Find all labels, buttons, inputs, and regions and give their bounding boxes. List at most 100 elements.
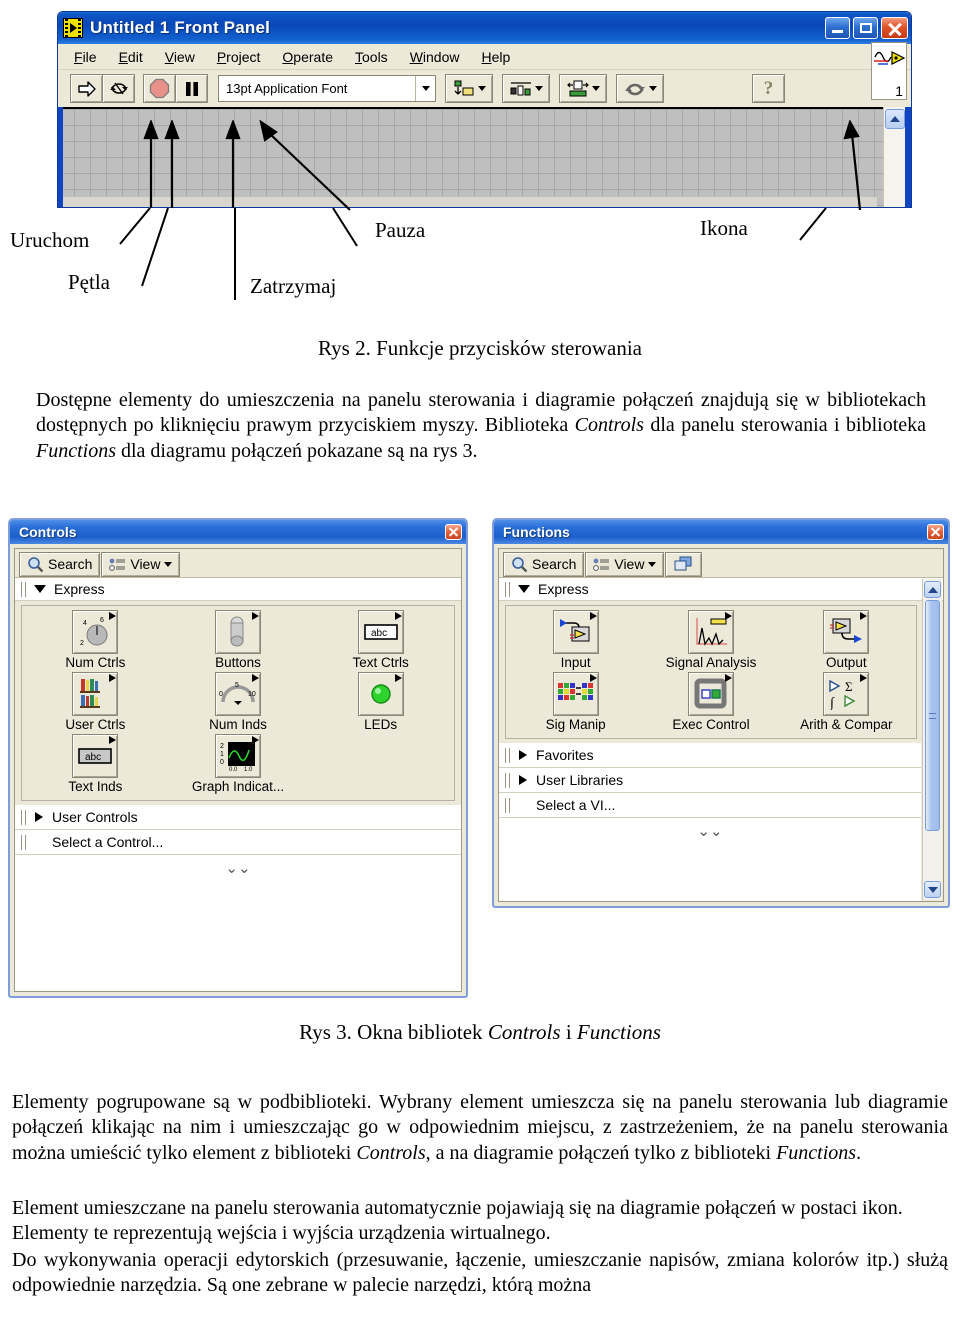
palette-item[interactable]: 2 1 0 0.0 1.0 Graph Indicat... xyxy=(167,734,310,794)
palette-item-label: Text Ctrls xyxy=(352,655,409,670)
context-help-button[interactable]: ? xyxy=(752,74,785,103)
controls-row-user-controls[interactable]: User Controls xyxy=(15,805,461,830)
palette-item[interactable]: Σ ∫ Arith & Compar xyxy=(779,672,914,732)
figure3-caption-controls: Controls xyxy=(487,1020,561,1044)
palette-item[interactable]: User Ctrls xyxy=(24,672,167,732)
palette-item[interactable]: Signal Analysis xyxy=(643,610,778,670)
functions-palette-scrollbar[interactable] xyxy=(922,579,942,900)
svg-text:1.0: 1.0 xyxy=(244,767,253,772)
signal-analysis-icon[interactable] xyxy=(687,610,734,654)
controls-view-button[interactable]: View xyxy=(101,551,181,577)
palette-item[interactable]: Exec Control xyxy=(643,672,778,732)
vi-icon-pane[interactable]: 1 xyxy=(871,42,907,100)
palette-item[interactable]: Input xyxy=(508,610,643,670)
functions-palette-window: Functions Search View Express Input Sign… xyxy=(492,518,950,908)
pin-palette-button[interactable] xyxy=(665,551,703,577)
functions-search-button[interactable]: Search xyxy=(503,551,585,577)
svg-text:abc: abc xyxy=(371,628,387,639)
menu-item-window[interactable]: Window xyxy=(410,49,460,65)
text-indicator-icon[interactable]: abc xyxy=(72,734,119,778)
resize-objects-button[interactable] xyxy=(559,74,607,103)
bookshelf-icon[interactable] xyxy=(72,672,119,716)
palette-item[interactable]: abc Text Inds xyxy=(24,734,167,794)
svg-text:10: 10 xyxy=(248,691,256,698)
controls-palette-close-icon[interactable] xyxy=(445,524,462,540)
signal-manipulation-icon[interactable] xyxy=(552,672,599,716)
led-icon[interactable] xyxy=(357,672,404,716)
menu-item-help[interactable]: Help xyxy=(482,49,511,65)
paragraph-2: Elementy pogrupowane są w podbiblioteki.… xyxy=(12,1090,948,1166)
svg-text:0: 0 xyxy=(219,691,223,698)
palette-item[interactable]: Output xyxy=(779,610,914,670)
menu-item-project[interactable]: Project xyxy=(217,49,261,65)
output-express-icon[interactable] xyxy=(823,610,870,654)
functions-row-favorites[interactable]: Favorites xyxy=(499,743,921,768)
menu-item-operate[interactable]: Operate xyxy=(282,49,333,65)
graph-icon[interactable]: 2 1 0 0.0 1.0 xyxy=(214,734,261,778)
distribute-objects-button[interactable] xyxy=(502,74,550,103)
palette-item[interactable]: Buttons xyxy=(167,610,310,670)
toolbar: 13pt Application Font ? 1 xyxy=(58,42,911,107)
controls-palette-window: Controls Search View Express 4 6 2 Num C… xyxy=(8,518,468,998)
menu-item-edit[interactable]: Edit xyxy=(119,49,143,65)
reorder-button[interactable] xyxy=(616,74,664,103)
controls-row-select-a-control[interactable]: Select a Control... xyxy=(15,830,461,855)
palette-item[interactable]: 0 5 10 Num Inds xyxy=(167,672,310,732)
font-selector[interactable]: 13pt Application Font xyxy=(218,75,436,102)
execution-control-icon[interactable] xyxy=(687,672,734,716)
chevron-down-icon xyxy=(34,585,46,593)
annotation-label-zatrzymaj: Zatrzymaj xyxy=(250,274,337,298)
palette-item[interactable]: LEDs xyxy=(309,672,452,732)
functions-row-user-libraries[interactable]: User Libraries xyxy=(499,768,921,793)
arithmetic-compare-icon[interactable]: Σ ∫ xyxy=(823,672,870,716)
controls-search-button[interactable]: Search xyxy=(19,551,101,577)
scrollbar-thumb[interactable] xyxy=(925,600,940,831)
menu-item-file[interactable]: File xyxy=(74,49,97,65)
scroll-down-button[interactable] xyxy=(924,881,941,898)
menu-item-tools[interactable]: Tools xyxy=(355,49,388,65)
double-chevron-down-icon: ⌄⌄ xyxy=(225,860,251,877)
view-icon xyxy=(593,558,610,571)
paragraph-2-functions-term: Functions xyxy=(776,1141,857,1164)
palette-item[interactable]: Sig Manip xyxy=(508,672,643,732)
paragraph-1-functions-term: Functions xyxy=(36,439,116,462)
close-button[interactable] xyxy=(881,17,908,39)
functions-palette-titlebar: Functions xyxy=(494,520,948,544)
controls-palette-body: Search View Express 4 6 2 Num Ctrls Butt… xyxy=(14,548,462,992)
controls-express-section-header[interactable]: Express xyxy=(15,578,461,601)
pause-button[interactable] xyxy=(175,74,208,103)
functions-express-section-header[interactable]: Express xyxy=(499,578,943,601)
paragraph-1: Dostępne elementy do umieszczenia na pan… xyxy=(36,388,926,464)
functions-palette-close-icon[interactable] xyxy=(927,524,944,540)
minimize-button[interactable] xyxy=(825,17,850,39)
functions-view-label: View xyxy=(614,556,645,572)
palette-item-label: User Ctrls xyxy=(65,717,126,732)
maximize-button[interactable] xyxy=(853,17,878,39)
palette-item-label: Exec Control xyxy=(672,717,750,732)
vi-icon xyxy=(63,18,83,38)
run-continuously-button[interactable] xyxy=(102,74,135,103)
abort-execution-button[interactable] xyxy=(143,74,176,103)
drag-grip-icon xyxy=(505,581,510,597)
controls-palette-title: Controls xyxy=(19,524,77,540)
knob-icon[interactable]: 4 6 2 xyxy=(72,610,119,654)
functions-row-select-a-vi[interactable]: Select a VI... xyxy=(499,793,921,818)
scroll-up-button[interactable] xyxy=(924,581,941,598)
controls-palette-toolbar: Search View xyxy=(15,549,461,578)
text-box-icon[interactable]: abc xyxy=(357,610,404,654)
push-button-icon[interactable] xyxy=(214,610,261,654)
input-express-icon[interactable] xyxy=(552,610,599,654)
functions-view-button[interactable]: View xyxy=(585,551,665,577)
palette-item[interactable]: abc Text Ctrls xyxy=(309,610,452,670)
gauge-icon[interactable]: 0 5 10 xyxy=(214,672,261,716)
controls-more-indicator[interactable]: ⌄⌄ xyxy=(15,855,461,991)
run-button[interactable] xyxy=(70,74,103,103)
chevron-down-icon[interactable] xyxy=(415,76,435,101)
palette-item[interactable]: 4 6 2 Num Ctrls xyxy=(24,610,167,670)
functions-more-indicator[interactable]: ⌄⌄ xyxy=(499,818,921,901)
figure3-caption-functions: Functions xyxy=(576,1020,661,1044)
menu-item-view[interactable]: View xyxy=(165,49,195,65)
toolbar-pointer-arrows xyxy=(143,120,862,211)
align-objects-button[interactable] xyxy=(445,74,493,103)
svg-text:0: 0 xyxy=(220,759,224,766)
